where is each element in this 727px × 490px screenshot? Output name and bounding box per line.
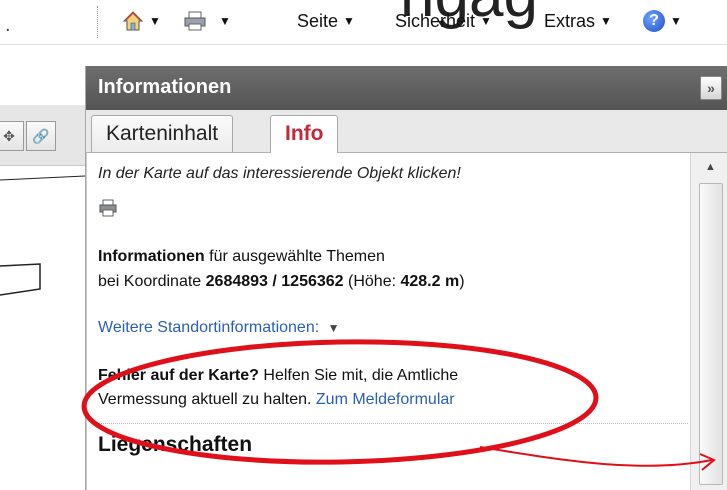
error-text-2: Vermessung aktuell zu halten.	[98, 391, 316, 408]
printer-icon	[184, 11, 206, 31]
menu-seite[interactable]: Seite ▼	[297, 8, 355, 34]
menu-extras[interactable]: Extras ▼	[544, 8, 612, 34]
tab-info[interactable]: Info	[270, 115, 339, 153]
help-button[interactable]: ? ▼	[643, 8, 682, 34]
menu-label: Sicherheit	[395, 10, 476, 31]
error-text: Helfen Sie mit, die Amtliche	[258, 367, 459, 384]
chevron-down-icon: ▼	[219, 14, 231, 28]
home-icon	[122, 11, 144, 31]
coordinate-line: bei Koordinate 2684893 / 1256362 (Höhe: …	[98, 273, 465, 291]
chevron-down-icon: ▼	[327, 321, 340, 335]
print-button[interactable]: ▼	[183, 8, 231, 34]
help-icon: ?	[643, 10, 665, 32]
hint-text: In der Karte auf das interessierende Obj…	[98, 165, 461, 182]
chevron-down-icon: ▼	[343, 14, 355, 28]
panel-title: Informationen	[98, 76, 232, 98]
panel-header: Informationen »	[86, 66, 727, 110]
menu-label: Seite	[297, 10, 339, 31]
height-suffix: )	[459, 273, 465, 290]
more-info-link[interactable]: Weitere Standortinformationen:	[98, 319, 319, 336]
vertical-scrollbar[interactable]: ▲	[690, 153, 727, 490]
height-prefix: (Höhe:	[343, 273, 401, 290]
menu-sicherheit[interactable]: Sicherheit ▼	[395, 8, 492, 34]
browser-command-bar: ngag . ▼ ▼ Seite ▼ Sicherheit ▼ Extras ▼…	[0, 0, 727, 45]
chevron-down-icon: ▼	[670, 14, 682, 28]
info-panel: Informationen » Karteninhalt Info In der…	[85, 66, 727, 490]
info-content: In der Karte auf das interessierende Obj…	[86, 153, 690, 490]
coordinate-value: 2684893 / 1256362	[205, 273, 344, 290]
toolbar-fragment: .	[5, 14, 11, 36]
tab-bar: Karteninhalt Info	[86, 110, 727, 153]
height-value: 428.2 m	[400, 273, 460, 290]
chevron-down-icon: ▼	[480, 14, 492, 28]
more-info-toggle[interactable]: Weitere Standortinformationen: ▼	[98, 319, 340, 337]
scroll-thumb[interactable]	[699, 183, 723, 485]
report-form-link[interactable]: Zum Meldeformular	[316, 391, 455, 408]
collapse-panel-button[interactable]: »	[700, 76, 722, 100]
coordinate-prefix: bei Koordinate	[98, 273, 206, 290]
chevron-down-icon: ▼	[149, 14, 161, 28]
section-title-liegenschaften: Liegenschaften	[98, 433, 253, 456]
map-drawing	[0, 175, 85, 296]
print-icon[interactable]	[99, 199, 117, 217]
toolbar-separator	[97, 6, 99, 38]
scroll-up-icon[interactable]: ▲	[705, 161, 716, 173]
themes-line: Informationen für ausgewählte Themen	[98, 248, 385, 266]
section-divider	[98, 423, 688, 424]
error-line-2: Vermessung aktuell zu halten. Zum Meldef…	[98, 391, 455, 409]
themes-text: für ausgewählte Themen	[204, 248, 385, 265]
error-question: Fehler auf der Karte?	[98, 367, 259, 384]
tab-karteninhalt[interactable]: Karteninhalt	[91, 115, 234, 152]
error-line-1: Fehler auf der Karte? Helfen Sie mit, di…	[98, 367, 458, 385]
home-button[interactable]: ▼	[122, 8, 161, 34]
map-area[interactable]: ✥ 🔗	[0, 45, 85, 490]
menu-label: Extras	[544, 10, 596, 31]
chevron-down-icon: ▼	[600, 14, 612, 28]
info-label: Informationen	[98, 248, 205, 265]
